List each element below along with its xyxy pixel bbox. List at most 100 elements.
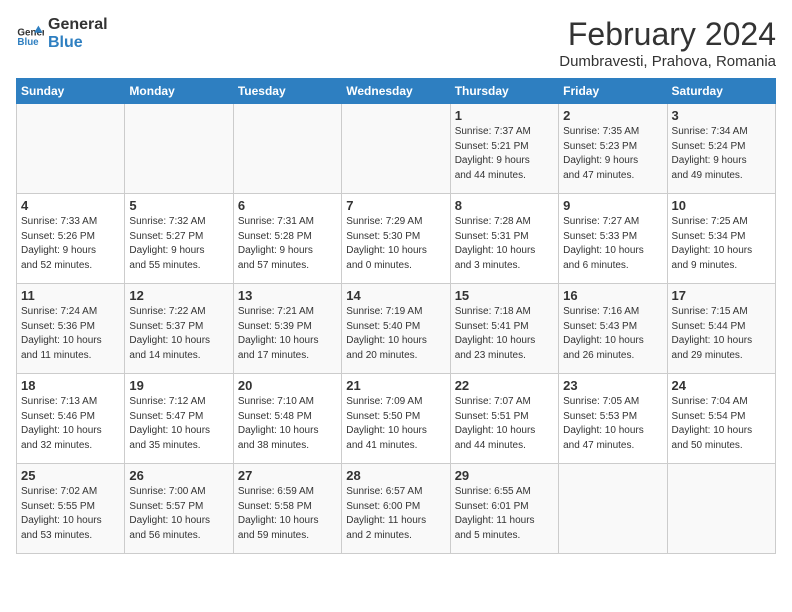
col-header-monday: Monday: [125, 79, 233, 104]
col-header-sunday: Sunday: [17, 79, 125, 104]
day-number: 26: [129, 468, 228, 483]
day-number: 19: [129, 378, 228, 393]
day-info: Sunrise: 7:24 AM Sunset: 5:36 PM Dayligh…: [21, 305, 120, 363]
page-header: General Blue General Blue February 2024 …: [16, 16, 776, 70]
week-row-2: 4 Sunrise: 7:33 AM Sunset: 5:26 PM Daylig…: [17, 194, 776, 284]
day-cell: 7 Sunrise: 7:29 AM Sunset: 5:30 PM Daylig…: [342, 194, 450, 284]
day-cell: 4 Sunrise: 7:33 AM Sunset: 5:26 PM Daylig…: [17, 194, 125, 284]
day-number: 17: [672, 288, 771, 303]
day-info: Sunrise: 7:19 AM Sunset: 5:40 PM Dayligh…: [346, 305, 445, 363]
logo-general: General: [48, 16, 108, 34]
day-number: 4: [21, 198, 120, 213]
day-cell: 5 Sunrise: 7:32 AM Sunset: 5:27 PM Daylig…: [125, 194, 233, 284]
col-header-saturday: Saturday: [667, 79, 775, 104]
day-number: 18: [21, 378, 120, 393]
day-cell: [667, 464, 775, 554]
day-info: Sunrise: 7:29 AM Sunset: 5:30 PM Dayligh…: [346, 215, 445, 273]
day-cell: 2 Sunrise: 7:35 AM Sunset: 5:23 PM Daylig…: [559, 104, 667, 194]
day-cell: [125, 104, 233, 194]
day-info: Sunrise: 7:00 AM Sunset: 5:57 PM Dayligh…: [129, 485, 228, 543]
day-info: Sunrise: 7:04 AM Sunset: 5:54 PM Dayligh…: [672, 395, 771, 453]
header-row: SundayMondayTuesdayWednesdayThursdayFrid…: [17, 79, 776, 104]
week-row-5: 25 Sunrise: 7:02 AM Sunset: 5:55 PM Dayli…: [17, 464, 776, 554]
day-info: Sunrise: 7:12 AM Sunset: 5:47 PM Dayligh…: [129, 395, 228, 453]
day-info: Sunrise: 7:33 AM Sunset: 5:26 PM Dayligh…: [21, 215, 120, 273]
week-row-4: 18 Sunrise: 7:13 AM Sunset: 5:46 PM Dayli…: [17, 374, 776, 464]
location-subtitle: Dumbravesti, Prahova, Romania: [559, 53, 776, 70]
day-number: 21: [346, 378, 445, 393]
day-cell: [233, 104, 341, 194]
day-number: 6: [238, 198, 337, 213]
day-cell: 10 Sunrise: 7:25 AM Sunset: 5:34 PM Dayli…: [667, 194, 775, 284]
day-number: 5: [129, 198, 228, 213]
col-header-friday: Friday: [559, 79, 667, 104]
day-cell: 9 Sunrise: 7:27 AM Sunset: 5:33 PM Daylig…: [559, 194, 667, 284]
day-number: 10: [672, 198, 771, 213]
day-cell: 6 Sunrise: 7:31 AM Sunset: 5:28 PM Daylig…: [233, 194, 341, 284]
day-number: 7: [346, 198, 445, 213]
day-cell: 19 Sunrise: 7:12 AM Sunset: 5:47 PM Dayli…: [125, 374, 233, 464]
day-cell: 27 Sunrise: 6:59 AM Sunset: 5:58 PM Dayli…: [233, 464, 341, 554]
calendar-table: SundayMondayTuesdayWednesdayThursdayFrid…: [16, 78, 776, 554]
col-header-tuesday: Tuesday: [233, 79, 341, 104]
day-number: 15: [455, 288, 554, 303]
day-cell: [342, 104, 450, 194]
day-info: Sunrise: 7:35 AM Sunset: 5:23 PM Dayligh…: [563, 125, 662, 183]
day-info: Sunrise: 7:21 AM Sunset: 5:39 PM Dayligh…: [238, 305, 337, 363]
day-info: Sunrise: 7:16 AM Sunset: 5:43 PM Dayligh…: [563, 305, 662, 363]
day-cell: 17 Sunrise: 7:15 AM Sunset: 5:44 PM Dayli…: [667, 284, 775, 374]
day-cell: 16 Sunrise: 7:16 AM Sunset: 5:43 PM Dayli…: [559, 284, 667, 374]
day-cell: 24 Sunrise: 7:04 AM Sunset: 5:54 PM Dayli…: [667, 374, 775, 464]
day-number: 25: [21, 468, 120, 483]
day-cell: 28Sunrise: 6:57 AM Sunset: 6:00 PM Dayli…: [342, 464, 450, 554]
day-info: Sunrise: 7:02 AM Sunset: 5:55 PM Dayligh…: [21, 485, 120, 543]
day-info: Sunrise: 7:34 AM Sunset: 5:24 PM Dayligh…: [672, 125, 771, 183]
day-cell: [17, 104, 125, 194]
day-cell: 22Sunrise: 7:07 AM Sunset: 5:51 PM Dayli…: [450, 374, 558, 464]
day-number: 29: [455, 468, 554, 483]
day-number: 16: [563, 288, 662, 303]
day-info: Sunrise: 7:15 AM Sunset: 5:44 PM Dayligh…: [672, 305, 771, 363]
logo: General Blue General Blue: [16, 16, 108, 51]
day-number: 2: [563, 108, 662, 123]
day-info: Sunrise: 7:31 AM Sunset: 5:28 PM Dayligh…: [238, 215, 337, 273]
day-info: Sunrise: 7:32 AM Sunset: 5:27 PM Dayligh…: [129, 215, 228, 273]
day-info: Sunrise: 6:55 AM Sunset: 6:01 PM Dayligh…: [455, 485, 554, 543]
col-header-wednesday: Wednesday: [342, 79, 450, 104]
day-cell: 15Sunrise: 7:18 AM Sunset: 5:41 PM Dayli…: [450, 284, 558, 374]
day-number: 12: [129, 288, 228, 303]
day-cell: 18 Sunrise: 7:13 AM Sunset: 5:46 PM Dayli…: [17, 374, 125, 464]
logo-icon: General Blue: [16, 20, 44, 48]
svg-text:Blue: Blue: [17, 37, 39, 48]
day-cell: 12 Sunrise: 7:22 AM Sunset: 5:37 PM Dayli…: [125, 284, 233, 374]
day-cell: 26 Sunrise: 7:00 AM Sunset: 5:57 PM Dayli…: [125, 464, 233, 554]
day-info: Sunrise: 7:07 AM Sunset: 5:51 PM Dayligh…: [455, 395, 554, 453]
day-info: Sunrise: 6:57 AM Sunset: 6:00 PM Dayligh…: [346, 485, 445, 543]
day-cell: 1Sunrise: 7:37 AM Sunset: 5:21 PM Daylig…: [450, 104, 558, 194]
month-title: February 2024: [559, 16, 776, 53]
day-number: 20: [238, 378, 337, 393]
day-info: Sunrise: 7:13 AM Sunset: 5:46 PM Dayligh…: [21, 395, 120, 453]
day-info: Sunrise: 7:27 AM Sunset: 5:33 PM Dayligh…: [563, 215, 662, 273]
week-row-1: 1Sunrise: 7:37 AM Sunset: 5:21 PM Daylig…: [17, 104, 776, 194]
day-info: Sunrise: 7:25 AM Sunset: 5:34 PM Dayligh…: [672, 215, 771, 273]
day-number: 24: [672, 378, 771, 393]
col-header-thursday: Thursday: [450, 79, 558, 104]
day-cell: 23Sunrise: 7:05 AM Sunset: 5:53 PM Dayli…: [559, 374, 667, 464]
day-info: Sunrise: 7:05 AM Sunset: 5:53 PM Dayligh…: [563, 395, 662, 453]
week-row-3: 11 Sunrise: 7:24 AM Sunset: 5:36 PM Dayli…: [17, 284, 776, 374]
day-number: 3: [672, 108, 771, 123]
day-info: Sunrise: 7:22 AM Sunset: 5:37 PM Dayligh…: [129, 305, 228, 363]
day-info: Sunrise: 7:10 AM Sunset: 5:48 PM Dayligh…: [238, 395, 337, 453]
day-cell: 21Sunrise: 7:09 AM Sunset: 5:50 PM Dayli…: [342, 374, 450, 464]
day-cell: 11 Sunrise: 7:24 AM Sunset: 5:36 PM Dayli…: [17, 284, 125, 374]
day-info: Sunrise: 6:59 AM Sunset: 5:58 PM Dayligh…: [238, 485, 337, 543]
day-number: 14: [346, 288, 445, 303]
day-number: 27: [238, 468, 337, 483]
day-info: Sunrise: 7:37 AM Sunset: 5:21 PM Dayligh…: [455, 125, 554, 183]
day-cell: [559, 464, 667, 554]
day-number: 9: [563, 198, 662, 213]
day-cell: 3 Sunrise: 7:34 AM Sunset: 5:24 PM Daylig…: [667, 104, 775, 194]
day-number: 11: [21, 288, 120, 303]
day-cell: 13Sunrise: 7:21 AM Sunset: 5:39 PM Dayli…: [233, 284, 341, 374]
